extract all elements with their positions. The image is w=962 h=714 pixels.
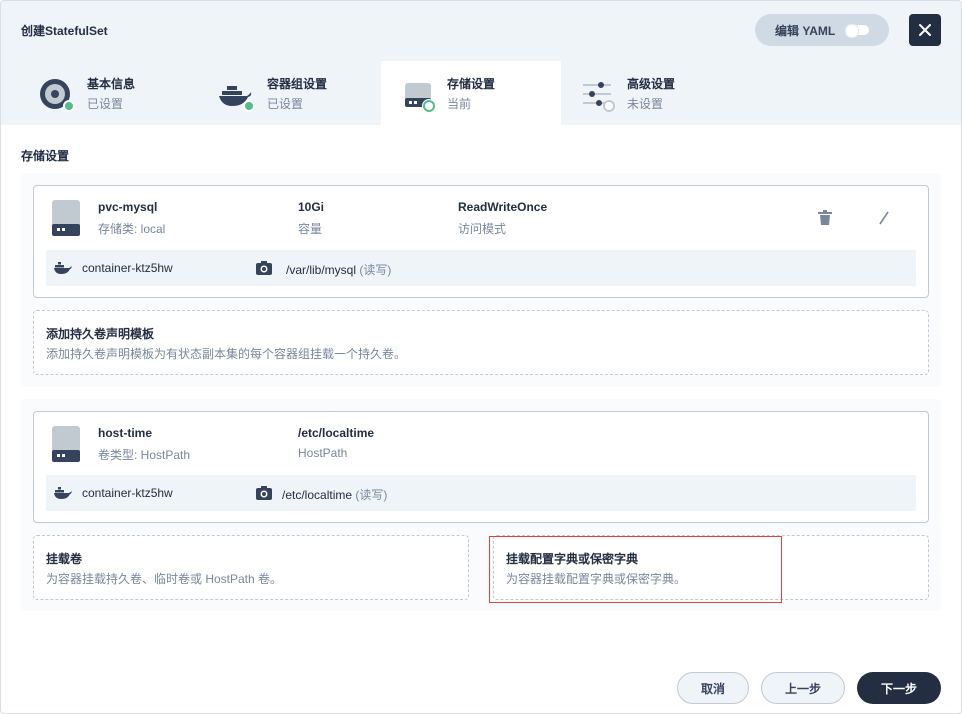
pvc-card: pvc-mysql 存储类: local 10Gi 容量 ReadWriteOn…: [33, 185, 929, 298]
mount-path: /var/lib/mysql (读写): [286, 261, 391, 278]
edit-yaml-label: 编辑 YAML: [775, 23, 836, 38]
step-status: 未设置: [627, 97, 664, 111]
add-pvc-title: 添加持久卷声明模板: [46, 327, 155, 341]
modal-title: 创建StatefulSet: [21, 24, 108, 38]
previous-button[interactable]: 上一步: [761, 672, 845, 704]
mount-config-secret-button[interactable]: 挂载配置字典或保密字典 为容器挂载配置字典或保密字典。: [493, 535, 929, 600]
add-pvc-template-button[interactable]: 添加持久卷声明模板 添加持久卷声明模板为有状态副本集的每个容器组挂载一个持久卷。: [33, 310, 929, 375]
step-name: 存储设置: [447, 77, 496, 91]
pvc-storage-class: 存储类: local: [98, 222, 166, 236]
step-basic-info[interactable]: 基本信息 已设置: [1, 61, 181, 125]
mount-path: /etc/localtime (读写): [282, 486, 387, 503]
mount-config-title: 挂载配置字典或保密字典: [506, 552, 639, 566]
volume-type: 卷类型: HostPath: [98, 448, 191, 462]
volume-group: host-time 卷类型: HostPath /etc/localtime H…: [21, 399, 941, 611]
edit-icon[interactable]: [878, 210, 892, 226]
mount-row: container-ktz5hw /etc/localtime (读写): [46, 475, 916, 511]
add-pvc-desc: 添加持久卷声明模板为有状态副本集的每个容器组挂载一个持久卷。: [46, 347, 407, 361]
camera-mount-icon: [256, 486, 272, 500]
mount-path-value: /etc/localtime: [282, 488, 353, 502]
toggle-switch-icon[interactable]: [845, 24, 869, 38]
step-name: 容器组设置: [267, 77, 328, 91]
pvc-access-mode: ReadWriteOnce: [458, 200, 548, 214]
modal-header: 创建StatefulSet 编辑 YAML: [1, 1, 961, 61]
mount-volume-desc: 为容器挂载持久卷、临时卷或 HostPath 卷。: [46, 572, 283, 586]
mount-mode: (读写): [355, 488, 388, 502]
container-name: container-ktz5hw: [82, 486, 173, 500]
volume-card: host-time 卷类型: HostPath /etc/localtime H…: [33, 411, 929, 523]
pvc-capacity-label: 容量: [298, 222, 323, 236]
disk-icon: [52, 426, 80, 462]
step-name: 高级设置: [627, 77, 676, 91]
volume-path: /etc/localtime: [298, 426, 375, 440]
close-button[interactable]: [909, 14, 941, 46]
volume-name: host-time: [98, 426, 152, 440]
mount-path-value: /var/lib/mysql: [286, 263, 357, 277]
pvc-capacity: 10Gi: [298, 200, 325, 214]
docker-icon: [54, 487, 72, 499]
disk-icon: [52, 200, 80, 236]
mount-volume-button[interactable]: 挂载卷 为容器挂载持久卷、临时卷或 HostPath 卷。: [33, 535, 469, 600]
step-advanced-settings[interactable]: 高级设置 未设置: [561, 61, 741, 125]
edit-yaml-toggle[interactable]: 编辑 YAML: [755, 14, 889, 46]
container-name: container-ktz5hw: [82, 261, 173, 275]
mount-row: container-ktz5hw /var/lib/mysql (读写): [46, 250, 916, 286]
pvc-access-mode-label: 访问模式: [458, 222, 507, 236]
step-status: 当前: [447, 97, 472, 111]
wizard-steps: 基本信息 已设置 容器组设置 已设置 存储设置 当前 高级设置 未设置: [1, 61, 961, 125]
step-container-settings[interactable]: 容器组设置 已设置: [181, 61, 361, 125]
create-statefulset-modal: 创建StatefulSet 编辑 YAML 基本信息 已设置 容器组设置 已设置…: [0, 0, 962, 714]
step-storage-settings[interactable]: 存储设置 当前: [381, 61, 561, 125]
section-title: 存储设置: [21, 149, 70, 163]
step-done-dot: [63, 100, 75, 112]
mount-volume-title: 挂载卷: [46, 552, 83, 566]
trash-icon[interactable]: [818, 210, 832, 226]
docker-icon: [54, 262, 72, 274]
step-current-dot: [423, 100, 435, 112]
pvc-name: pvc-mysql: [98, 200, 158, 214]
volume-path-label: HostPath: [298, 446, 348, 460]
step-pending-dot: [603, 100, 615, 112]
mount-mode: (读写): [359, 263, 392, 277]
step-status: 已设置: [267, 97, 304, 111]
mount-config-desc: 为容器挂载配置字典或保密字典。: [506, 572, 687, 586]
close-icon: [919, 24, 931, 36]
step-name: 基本信息: [87, 77, 136, 91]
next-button[interactable]: 下一步: [857, 672, 941, 704]
step-status: 已设置: [87, 97, 124, 111]
camera-mount-icon: [256, 261, 272, 275]
pvc-template-group: pvc-mysql 存储类: local 10Gi 容量 ReadWriteOn…: [21, 173, 941, 387]
cancel-button[interactable]: 取消: [677, 672, 749, 704]
step-done-dot: [243, 100, 255, 112]
